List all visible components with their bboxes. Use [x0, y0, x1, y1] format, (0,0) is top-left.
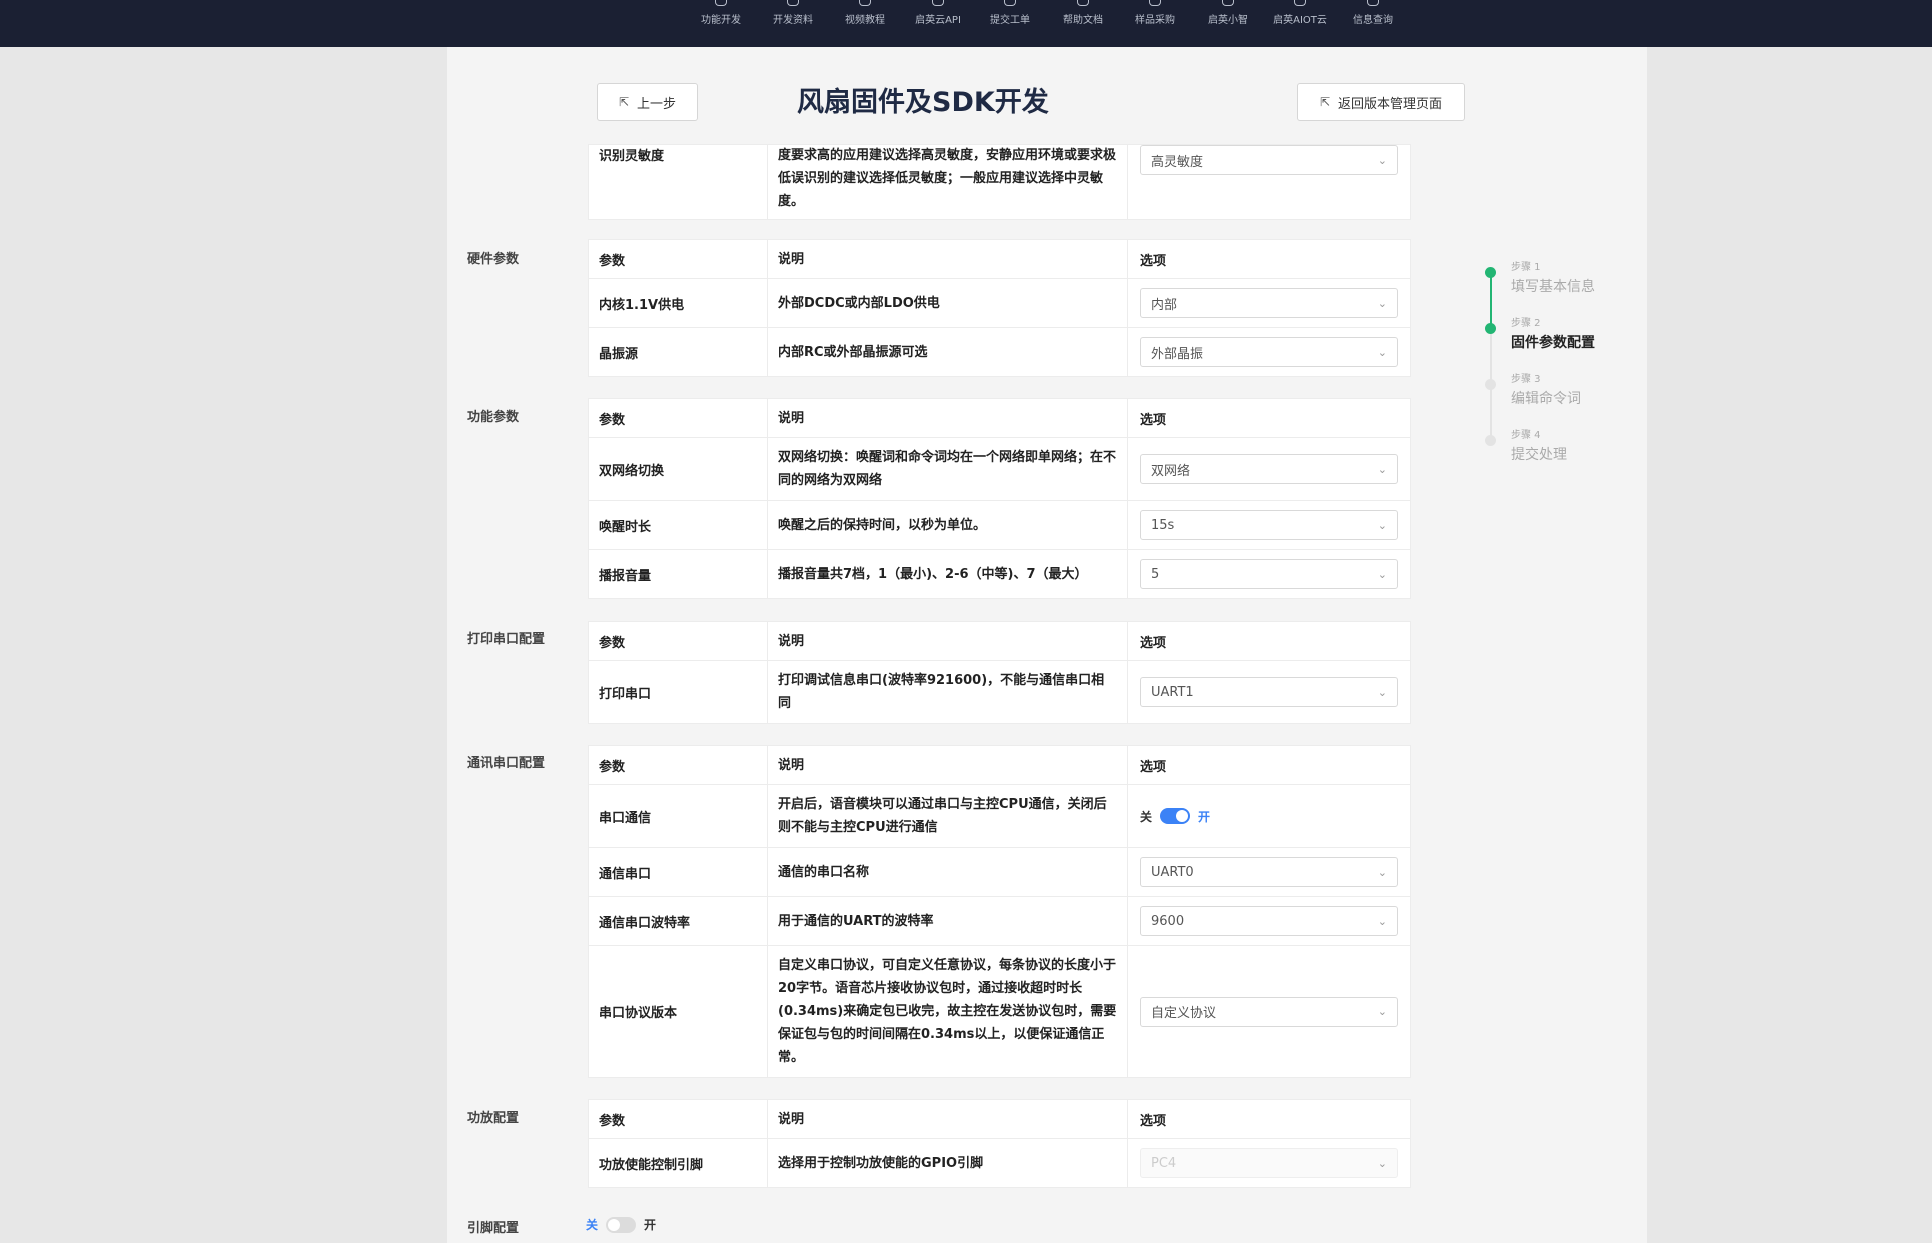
chevron-down-icon: ⌄	[1377, 345, 1387, 359]
table-row: 通信串口波特率 用于通信的UART的波特率 9600 ⌄	[589, 896, 1410, 945]
toggle-off-label: 关	[1140, 809, 1153, 824]
chevron-down-icon: ⌄	[1377, 1005, 1387, 1018]
nav-item-samples[interactable]: 样品采购	[1120, 0, 1190, 47]
serial-comm-toggle[interactable]	[1160, 808, 1191, 824]
assistant-icon	[1222, 0, 1234, 6]
chevron-down-icon: ⌄	[1377, 865, 1387, 879]
dual-network-select[interactable]: 双网络 ⌄	[1140, 454, 1398, 484]
serial-comm-toggle-group: 关 开	[1140, 808, 1210, 825]
nav-item-aiot[interactable]: 启英AIOT云	[1265, 0, 1335, 47]
amp-pin-select[interactable]: PC4 ⌄	[1140, 1148, 1398, 1178]
volume-select[interactable]: 5 ⌄	[1140, 559, 1398, 589]
toggle-on-label: 开	[644, 1218, 657, 1232]
table-header-row: 参数 说明 选项	[589, 399, 1410, 437]
print-serial-select[interactable]: UART1 ⌄	[1140, 677, 1398, 707]
table-header-row: 参数 说明 选项	[589, 1100, 1410, 1138]
table-row: 打印串口 打印调试信息串口(波特率921600)，不能与通信串口相同 UART1…	[589, 660, 1410, 723]
arrow-up-left-icon: ⇱	[618, 95, 630, 109]
chevron-down-icon: ⌄	[1377, 914, 1387, 928]
comm-serial-table: 参数 说明 选项 串口通信 开启后，语音模块可以通过串口与主控CPU通信，关闭后…	[588, 745, 1411, 1078]
ticket-icon	[1004, 0, 1016, 6]
table-row: 串口协议版本 自定义串口协议，可自定义任意协议，每条协议的长度小于20字节。语音…	[589, 945, 1410, 1077]
top-nav: 功能开发 开发资料 视频教程 启英云API 提交工单 帮助文档 样品采购 启英小…	[0, 0, 1932, 47]
oscillator-select[interactable]: 外部晶振 ⌄	[1140, 337, 1398, 367]
chevron-down-icon: ⌄	[1377, 518, 1387, 532]
cart-icon	[1149, 0, 1161, 6]
protocol-version-select[interactable]: 自定义协议 ⌄	[1140, 996, 1398, 1027]
nav-item-assistant[interactable]: 启英小智	[1193, 0, 1263, 47]
section-label-amplifier: 功放配置	[467, 1111, 520, 1126]
search-icon	[1367, 0, 1379, 6]
toggle-off-label: 关	[586, 1218, 599, 1232]
prev-step-button[interactable]: ⇱ 上一步	[597, 83, 698, 121]
section-label-print-serial: 打印串口配置	[467, 632, 546, 647]
amplifier-table: 参数 说明 选项 功放使能控制引脚 选择用于控制功放使能的GPIO引脚 PC4 ⌄	[588, 1099, 1411, 1188]
param-cell: 识别灵敏度	[589, 145, 768, 219]
nav-item-feature-dev[interactable]: 功能开发	[686, 0, 756, 47]
docs-icon	[787, 0, 799, 6]
sensitivity-select[interactable]: 高灵敏度 ⌄	[1140, 145, 1398, 175]
step-dot	[1485, 323, 1496, 334]
table-row: 晶振源 内部RC或外部晶振源可选 外部晶振 ⌄	[589, 327, 1410, 376]
baud-rate-select[interactable]: 9600 ⌄	[1140, 906, 1398, 936]
hardware-table: 参数 说明 选项 内核1.1V供电 外部DCDC或内部LDO供电 内部 ⌄ 晶振源…	[588, 239, 1411, 377]
chevron-down-icon: ⌄	[1377, 567, 1387, 581]
video-icon	[859, 0, 871, 6]
section-label-hardware: 硬件参数	[467, 252, 520, 267]
desc-cell: 度要求高的应用建议选择高灵敏度，安静应用环境或要求极低误识别的建议选择低灵敏度；…	[768, 145, 1128, 219]
pin-config-toggle[interactable]	[606, 1216, 637, 1233]
arrow-up-left-icon: ⇱	[1319, 95, 1331, 109]
help-icon	[1077, 0, 1089, 6]
table-row: 内核1.1V供电 外部DCDC或内部LDO供电 内部 ⌄	[589, 278, 1410, 327]
core-power-select[interactable]: 内部 ⌄	[1140, 288, 1398, 318]
print-serial-table: 参数 说明 选项 打印串口 打印调试信息串口(波特率921600)，不能与通信串…	[588, 621, 1411, 724]
table-header-row: 参数 说明 选项	[589, 746, 1410, 784]
nav-item-ticket[interactable]: 提交工单	[975, 0, 1045, 47]
chevron-down-icon: ⌄	[1377, 153, 1387, 167]
feature-icon	[715, 0, 727, 6]
chevron-down-icon: ⌄	[1377, 685, 1387, 699]
toggle-on-label: 开	[1198, 809, 1211, 824]
table-row: 功放使能控制引脚 选择用于控制功放使能的GPIO引脚 PC4 ⌄	[589, 1138, 1410, 1187]
step-dot	[1485, 267, 1496, 278]
chevron-down-icon: ⌄	[1377, 462, 1387, 476]
pin-config-toggle-group: 关 开	[586, 1216, 656, 1233]
chevron-down-icon: ⌄	[1377, 1156, 1387, 1170]
nav-item-dev-docs[interactable]: 开发资料	[758, 0, 828, 47]
section-label-comm-serial: 通讯串口配置	[467, 756, 546, 771]
comm-serial-select[interactable]: UART0 ⌄	[1140, 857, 1398, 887]
sensitivity-table: 识别灵敏度 度要求高的应用建议选择高灵敏度，安静应用环境或要求极低误识别的建议选…	[588, 144, 1411, 220]
section-label-pin-config: 引脚配置	[467, 1221, 520, 1236]
table-header-row: 参数 说明 选项	[589, 240, 1410, 278]
step-dot	[1485, 379, 1496, 390]
function-table: 参数 说明 选项 双网络切换 双网络切换：唤醒词和命令词均在一个网络即单网络；在…	[588, 398, 1411, 599]
table-header-row: 参数 说明 选项	[589, 622, 1410, 660]
wake-duration-select[interactable]: 15s ⌄	[1140, 510, 1398, 540]
nav-item-help[interactable]: 帮助文档	[1048, 0, 1118, 47]
table-row: 通信串口 通信的串口名称 UART0 ⌄	[589, 847, 1410, 896]
cloud-icon	[1294, 0, 1306, 6]
step-dot	[1485, 435, 1496, 446]
table-row: 唤醒时长 唤醒之后的保持时间，以秒为单位。 15s ⌄	[589, 500, 1410, 549]
section-label-function: 功能参数	[467, 410, 520, 425]
nav-item-query[interactable]: 信息查询	[1338, 0, 1408, 47]
nav-item-cloud-api[interactable]: 启英云API	[903, 0, 973, 47]
chevron-down-icon: ⌄	[1377, 296, 1387, 310]
table-row: 双网络切换 双网络切换：唤醒词和命令词均在一个网络即单网络；在不同的网络为双网络…	[589, 437, 1410, 500]
step-line-done	[1490, 272, 1492, 328]
table-row: 播报音量 播报音量共7档，1（最小)、2-6（中等)、7（最大） 5 ⌄	[589, 549, 1410, 598]
api-icon	[932, 0, 944, 6]
nav-item-video[interactable]: 视频教程	[830, 0, 900, 47]
return-version-button[interactable]: ⇱ 返回版本管理页面	[1297, 83, 1465, 121]
page-title: 风扇固件及SDK开发	[797, 87, 1049, 118]
table-row: 串口通信 开启后，语音模块可以通过串口与主控CPU通信，关闭后则不能与主控CPU…	[589, 784, 1410, 847]
